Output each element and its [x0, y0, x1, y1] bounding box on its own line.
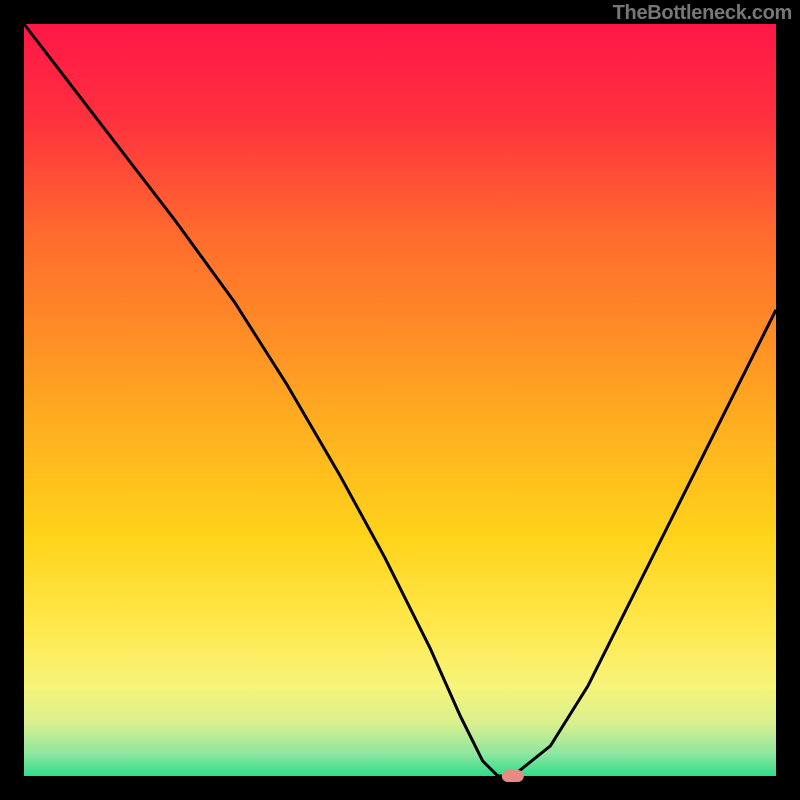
- bottleneck-chart: TheBottleneck.com: [0, 0, 800, 800]
- plot-background: [24, 24, 776, 776]
- watermark: TheBottleneck.com: [613, 2, 792, 25]
- chart-svg: [0, 0, 800, 800]
- optimal-marker: [502, 770, 524, 782]
